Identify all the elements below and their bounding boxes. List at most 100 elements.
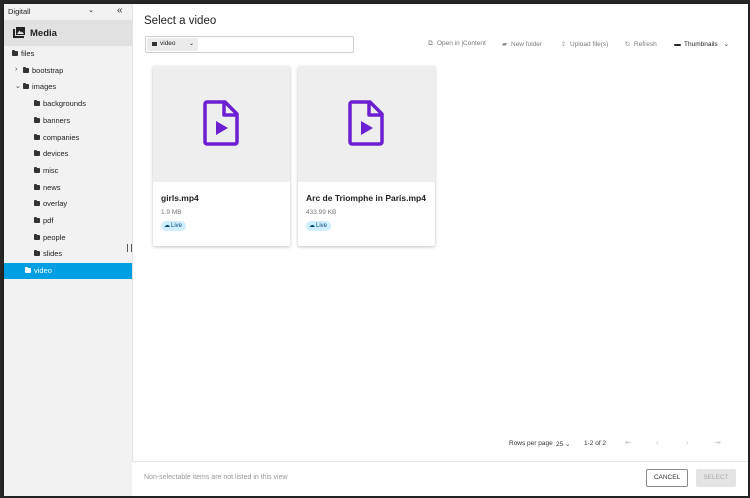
tree-item-label: people [43,232,66,242]
tree-item-label: backgrounds [43,99,86,109]
external-link-icon: ⧉ [428,40,433,47]
view-mode-selector[interactable]: ▬ Thumbnails ⌄ [674,40,729,48]
chevron-down-icon[interactable]: ⌄ [15,82,21,90]
file-name: girls.mp4 [161,193,199,203]
upload-files-button[interactable]: ⇪ Upload file(s) [560,40,609,48]
folder-icon [25,267,31,274]
folder-icon [34,100,40,107]
file-card[interactable]: girls.mp4 1.9 MB ☁Live [153,66,290,246]
sidebar-resize-handle[interactable] [127,244,132,252]
media-section-title: Media [30,28,57,39]
chevron-down-icon: ⌄ [565,441,571,448]
chevron-down-icon: ⌄ [88,7,94,14]
status-label: Live [316,223,328,229]
refresh-button[interactable]: ↻ Refresh [624,40,657,48]
folder-icon [34,233,40,240]
refresh-label: Refresh [634,41,657,48]
tree-item-images[interactable]: ⌄ images [4,79,132,95]
new-folder-label: New folder [511,41,543,48]
folder-plus-icon: ▰ [502,41,507,48]
rows-per-page-label: Rows per page [509,440,553,447]
chevron-down-icon: ⌄ [189,41,195,47]
chevron-right-icon[interactable]: › [15,66,17,73]
dialog-title: Select a video [144,15,217,27]
open-in-jcontent-button[interactable]: ⧉ Open in jContent [427,40,486,48]
site-name: Digitall [8,7,31,16]
path-label: video [160,40,176,47]
media-picker-dialog: Digitall ⌄ « Media files › bootstrap ⌄ image… [4,4,748,496]
first-page-icon[interactable]: ⇤ [625,438,632,447]
tree-item-people[interactable]: people [4,230,132,246]
file-card[interactable]: Arc de Triomphe in Paris.mp4 433.99 KB ☁… [298,66,435,246]
status-badge: ☁Live [161,221,187,231]
folder-icon [23,66,29,73]
folder-icon [34,183,40,190]
video-file-icon [203,100,239,146]
tree-item-label: video [34,266,52,276]
rows-per-page-value: 25 [556,441,564,448]
path-chip[interactable]: video ⌄ [147,38,198,51]
video-file-icon [348,100,384,146]
folder-icon [34,217,40,223]
refresh-icon: ↻ [624,41,631,48]
tree-item-video[interactable]: video [4,263,132,280]
tree-item-pdf[interactable]: pdf [4,213,132,229]
folder-icon [34,250,40,257]
page-range: 1-2 of 2 [584,440,607,447]
media-gallery-icon [13,27,25,38]
tree-item-label: devices [43,149,69,159]
tree-item-label: misc [43,165,59,175]
folder-icon [23,83,29,90]
tree-item-label: bootstrap [32,65,64,75]
media-section-header: Media [4,20,132,46]
path-bar[interactable]: video ⌄ [145,36,354,53]
site-selector[interactable]: Digitall ⌄ [4,4,132,20]
tree-item-label: images [32,82,57,92]
upload-icon: ⇪ [560,41,567,48]
previous-page-icon[interactable]: ‹ [656,438,659,447]
collapse-sidebar-button[interactable]: « [117,5,123,16]
status-badge: ☁Live [306,221,332,231]
tree-item-label: slides [43,249,63,259]
folder-icon [34,166,40,173]
file-name: Arc de Triomphe in Paris.mp4 [306,193,426,203]
chevron-down-icon: ⌄ [723,41,730,48]
upload-files-label: Upload file(s) [570,41,609,48]
tree-item-files[interactable]: files [4,46,132,62]
tree-item-label: pdf [43,216,54,225]
view-mode-label: Thumbnails [684,41,718,48]
folder-icon [34,200,40,207]
tree-item-devices[interactable]: devices [4,146,132,162]
status-label: Live [171,223,183,229]
file-thumbnail [298,66,435,182]
footer-note: Non-selectable items are not listed in t… [144,474,288,481]
folder-icon [152,42,157,46]
tree-item-banners[interactable]: banners [4,113,132,129]
new-folder-button[interactable]: ▰ New folder [501,40,542,48]
tree-item-label: banners [43,115,71,125]
open-in-jcontent-label: Open in jContent [437,40,486,47]
tree-item-label: news [43,182,61,192]
next-page-icon[interactable]: › [686,438,689,447]
tree-item-label: files [21,49,35,58]
thumbnails-icon: ▬ [674,41,681,48]
file-size: 433.99 KB [306,209,337,216]
folder-icon [34,133,40,140]
tree-item-misc[interactable]: misc [4,163,132,179]
cancel-button[interactable]: CANCEL [646,469,688,487]
tree-item-overlay[interactable]: overlay [4,196,132,212]
tree-item-bootstrap[interactable]: › bootstrap [4,63,132,79]
rows-per-page-select[interactable]: 25 ⌄ [556,440,571,448]
tree-item-label: companies [43,132,80,142]
sidebar: Digitall ⌄ « Media files › bootstrap ⌄ image… [4,4,133,496]
cloud-icon: ☁ [164,223,170,229]
tree-item-backgrounds[interactable]: backgrounds [4,96,132,112]
last-page-icon[interactable]: ⇥ [714,438,721,447]
file-thumbnail [153,66,290,182]
select-button[interactable]: SELECT [696,469,736,487]
tree-item-news[interactable]: news [4,180,132,196]
cloud-icon: ☁ [309,223,315,229]
folder-icon [34,116,40,123]
tree-item-companies[interactable]: companies [4,130,132,146]
tree-item-slides[interactable]: slides [4,246,132,262]
